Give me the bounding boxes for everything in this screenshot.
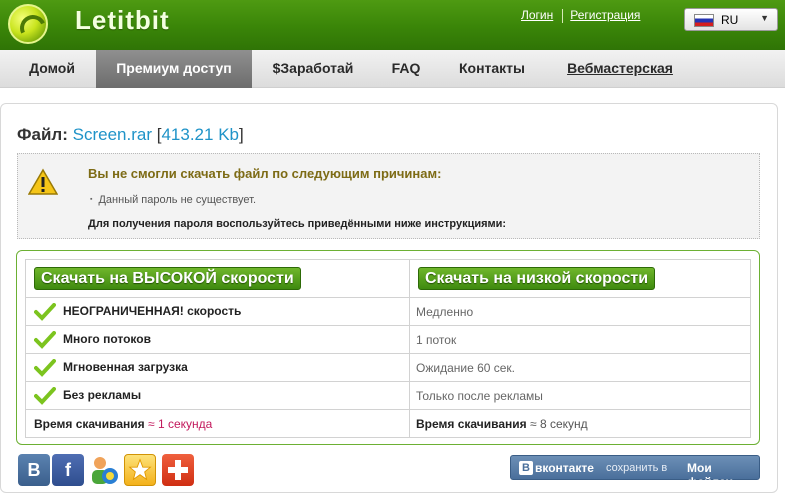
plus-icon	[168, 460, 188, 480]
table-row: Время скачивания ≈ 1 секунда Время скачи…	[25, 409, 751, 438]
language-code: RU	[721, 13, 739, 27]
file-label: Файл:	[17, 125, 68, 144]
slow-feature: Только после рекламы	[409, 381, 751, 410]
instruction-note: Для получения пароля воспользуйтесь прив…	[88, 218, 507, 230]
download-comparison: Скачать на ВЫСОКОЙ скорости Скачать на н…	[16, 250, 760, 445]
people-icon	[92, 457, 118, 484]
slow-feature: 1 поток	[409, 325, 751, 354]
slow-time-value: 8 секунд	[539, 416, 588, 431]
time-label: Время скачивания	[416, 416, 527, 431]
vkontakte-icon[interactable]: B	[18, 454, 50, 486]
divider	[562, 8, 564, 23]
vk-logo-icon: B	[519, 461, 533, 475]
nav-item-contacts[interactable]: Контакты	[448, 50, 536, 88]
slow-download-button[interactable]: Скачать на низкой скорости	[418, 267, 656, 290]
table-row: НЕОГРАНИЧЕННАЯ! скорость Медленно	[25, 297, 751, 326]
bookmark-star-icon[interactable]	[124, 454, 156, 486]
vk-brand: вконтакте	[535, 461, 594, 475]
fast-download-button[interactable]: Скачать на ВЫСОКОЙ скорости	[34, 267, 301, 290]
moimir-icon[interactable]	[88, 454, 120, 486]
fast-feature-text: НЕОГРАНИЧЕННАЯ! скорость	[63, 303, 242, 318]
vk-save-text: сохранить в	[606, 462, 668, 474]
file-name[interactable]: Screen.rar	[73, 125, 152, 144]
error-notice: Вы не смогли скачать файл по следующим п…	[17, 153, 760, 239]
register-link[interactable]: Регистрация	[570, 8, 640, 22]
fast-feature-text: Много потоков	[63, 331, 151, 346]
language-select[interactable]: RU ▼	[684, 8, 778, 31]
comparison-table: Скачать на ВЫСОКОЙ скорости Скачать на н…	[25, 259, 751, 438]
fast-time-value: 1 секунда	[157, 416, 213, 431]
bracket-close: ]	[238, 125, 244, 144]
nav-item-home[interactable]: Домой	[14, 50, 90, 88]
star-icon	[128, 458, 152, 481]
table-row: Мгновенная загрузка Ожидание 60 сек.	[25, 353, 751, 382]
logo-text[interactable]: Letitbit	[75, 5, 170, 36]
facebook-icon[interactable]: f	[52, 454, 84, 486]
fast-feature-text: Без рекламы	[63, 387, 142, 402]
fast-feature: Много потоков	[25, 325, 410, 354]
fast-download-time: Время скачивания ≈ 1 секунда	[25, 409, 410, 438]
table-header-row: Скачать на ВЫСОКОЙ скорости Скачать на н…	[25, 259, 751, 298]
nav-item-earn[interactable]: $Заработай	[262, 50, 364, 88]
checkmark-icon	[34, 302, 56, 321]
vk-files-text: Мои файлах	[687, 461, 733, 489]
chevron-down-icon: ▼	[760, 13, 769, 23]
checkmark-icon	[34, 330, 56, 349]
add-share-icon[interactable]	[162, 454, 194, 486]
slow-download-time: Время скачивания ≈ 8 секунд	[409, 409, 751, 438]
vk-save-button[interactable]: B вконтакте сохранить в Мои файлах	[510, 455, 760, 489]
fast-feature: НЕОГРАНИЧЕННАЯ! скорость	[25, 297, 410, 326]
table-row: Много потоков 1 поток	[25, 325, 751, 354]
checkmark-icon	[34, 386, 56, 405]
russia-flag-icon	[694, 14, 714, 27]
nav-item-premium[interactable]: Премиум доступ	[96, 50, 252, 88]
error-reason: Данный пароль не существует.	[90, 194, 256, 206]
login-link[interactable]: Логин	[521, 8, 553, 22]
error-title: Вы не смогли скачать файл по следующим п…	[88, 166, 442, 181]
account-links: Логин Регистрация	[521, 8, 640, 23]
fast-feature: Мгновенная загрузка	[25, 353, 410, 382]
approx-sign: ≈	[148, 416, 155, 431]
logo-icon[interactable]	[8, 4, 48, 44]
approx-sign: ≈	[530, 416, 537, 431]
main-nav: Домой Премиум доступ $Заработай FAQ Конт…	[0, 50, 785, 88]
fast-feature-text: Мгновенная загрузка	[63, 359, 188, 374]
fast-column-header: Скачать на ВЫСОКОЙ скорости	[25, 259, 410, 298]
file-info: Файл: Screen.rar [413.21 Kb]	[17, 125, 244, 145]
nav-item-webmaster[interactable]: Вебмастерская	[556, 50, 684, 88]
time-label: Время скачивания	[34, 416, 145, 431]
slow-feature: Медленно	[409, 297, 751, 326]
file-size: 413.21 Kb	[161, 125, 239, 144]
nav-item-faq[interactable]: FAQ	[376, 50, 436, 88]
slow-column-header: Скачать на низкой скорости	[409, 259, 751, 298]
fast-feature: Без рекламы	[25, 381, 410, 410]
table-row: Без рекламы Только после рекламы	[25, 381, 751, 410]
checkmark-icon	[34, 358, 56, 377]
site-header: Letitbit Логин Регистрация RU ▼	[0, 0, 785, 50]
warning-icon	[28, 168, 58, 195]
slow-feature: Ожидание 60 сек.	[409, 353, 751, 382]
